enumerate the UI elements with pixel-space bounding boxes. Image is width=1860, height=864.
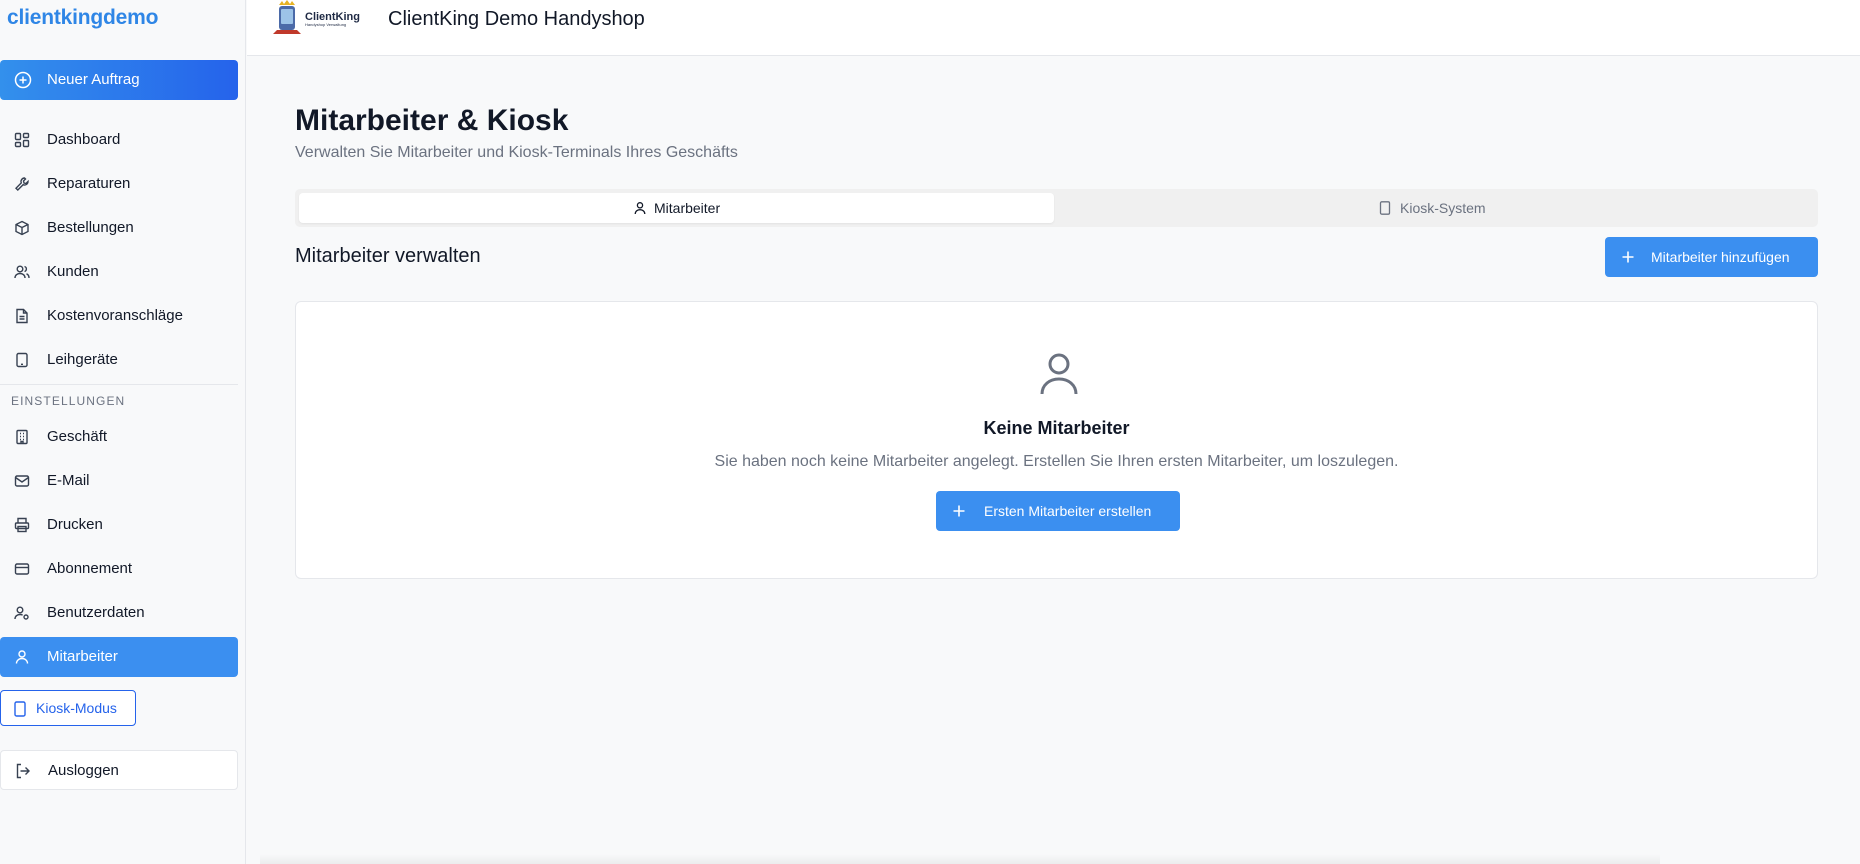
sidebar-item-abonnement[interactable]: Abonnement — [0, 549, 238, 589]
add-employee-button[interactable]: Mitarbeiter hinzufügen — [1605, 237, 1818, 277]
shop-name: ClientKing Demo Handyshop — [388, 8, 645, 30]
sidebar-item-label: Kunden — [47, 263, 99, 280]
empty-state-title: Keine Mitarbeiter — [983, 418, 1130, 438]
sidebar-item-label: Leihgeräte — [47, 351, 118, 368]
sidebar-item-geschaeft[interactable]: Geschäft — [0, 417, 238, 457]
tablet-icon — [14, 701, 26, 717]
sidebar-item-label: Abonnement — [47, 560, 133, 577]
settings-section-label: EINSTELLUNGEN — [11, 394, 126, 408]
plus-icon — [1622, 251, 1634, 263]
sidebar: clientkingdemo Neuer Auftrag Dashboard R… — [0, 0, 246, 864]
user-icon — [1040, 353, 1078, 395]
sidebar-item-label: Bestellungen — [47, 219, 134, 236]
user-icon — [634, 202, 646, 215]
logout-icon — [16, 763, 30, 779]
document-icon — [16, 308, 28, 324]
sidebar-item-reparaturen[interactable]: Reparaturen — [0, 164, 238, 204]
brand-name[interactable]: clientkingdemo — [7, 6, 158, 30]
new-order-label: Neuer Auftrag — [47, 71, 140, 88]
sidebar-item-label: Kostenvoranschläge — [47, 307, 183, 324]
kiosk-mode-button[interactable]: Kiosk-Modus — [0, 690, 136, 726]
sidebar-item-email[interactable]: E-Mail — [0, 461, 238, 501]
user-cog-icon — [14, 606, 29, 620]
add-employee-label: Mitarbeiter hinzufügen — [1651, 249, 1790, 265]
user-icon — [15, 650, 29, 664]
sidebar-item-bestellungen[interactable]: Bestellungen — [0, 208, 238, 248]
mail-icon — [14, 475, 30, 487]
printer-icon — [14, 517, 30, 533]
section-title: Mitarbeiter verwalten — [295, 245, 481, 267]
tablet-icon — [16, 352, 28, 368]
building-icon — [16, 429, 28, 445]
empty-state-card: Keine Mitarbeiter Sie haben noch keine M… — [295, 301, 1818, 579]
new-order-button[interactable]: Neuer Auftrag — [0, 60, 238, 100]
logo-subtext: Handyshop Verwaltung — [305, 22, 346, 27]
empty-state-text: Sie haben noch keine Mitarbeiter angeleg… — [714, 453, 1399, 470]
plus-icon — [953, 505, 965, 517]
sidebar-item-label: Drucken — [47, 516, 103, 533]
page-subtitle: Verwalten Sie Mitarbeiter und Kiosk-Term… — [295, 144, 738, 161]
sidebar-item-label: Geschäft — [47, 428, 108, 445]
wrench-icon — [15, 177, 29, 191]
tab-kiosk-system[interactable]: Kiosk-System — [1056, 193, 1814, 223]
tab-bar: Mitarbeiter Kiosk-System — [295, 189, 1818, 227]
sidebar-item-leihgeraete[interactable]: Leihgeräte — [0, 340, 238, 380]
section-divider — [0, 384, 238, 385]
sidebar-item-kostenvoranschlaege[interactable]: Kostenvoranschläge — [0, 296, 238, 336]
plus-circle-icon — [14, 71, 32, 89]
clientking-logo: ClientKing Handyshop Verwaltung — [273, 0, 360, 34]
create-first-employee-label: Ersten Mitarbeiter erstellen — [984, 503, 1152, 519]
logout-button[interactable]: Ausloggen — [0, 750, 238, 790]
logout-label: Ausloggen — [48, 762, 119, 779]
sidebar-item-dashboard[interactable]: Dashboard — [0, 120, 238, 160]
sidebar-item-benutzerdaten[interactable]: Benutzerdaten — [0, 593, 238, 633]
dashboard-icon — [14, 132, 30, 148]
sidebar-item-label: Mitarbeiter — [47, 648, 118, 665]
credit-card-icon — [14, 563, 30, 575]
sidebar-item-drucken[interactable]: Drucken — [0, 505, 238, 545]
sidebar-item-label: Benutzerdaten — [47, 604, 145, 621]
kiosk-mode-label: Kiosk-Modus — [36, 700, 117, 716]
page-title: Mitarbeiter & Kiosk — [295, 104, 569, 137]
sidebar-item-label: E-Mail — [47, 472, 90, 489]
sidebar-item-label: Reparaturen — [47, 175, 131, 192]
tab-label: Kiosk-System — [1400, 200, 1486, 216]
bottom-shadow — [260, 854, 1660, 864]
topbar: ClientKing Handyshop Verwaltung ClientKi… — [247, 0, 1860, 56]
sidebar-item-kunden[interactable]: Kunden — [0, 252, 238, 292]
sidebar-item-mitarbeiter[interactable]: Mitarbeiter — [0, 637, 238, 677]
users-icon — [14, 265, 30, 279]
tab-mitarbeiter[interactable]: Mitarbeiter — [299, 193, 1054, 223]
tablet-icon — [1379, 201, 1391, 215]
package-icon — [15, 220, 29, 236]
tab-label: Mitarbeiter — [654, 200, 721, 216]
create-first-employee-button[interactable]: Ersten Mitarbeiter erstellen — [936, 491, 1180, 531]
sidebar-item-label: Dashboard — [47, 131, 121, 148]
